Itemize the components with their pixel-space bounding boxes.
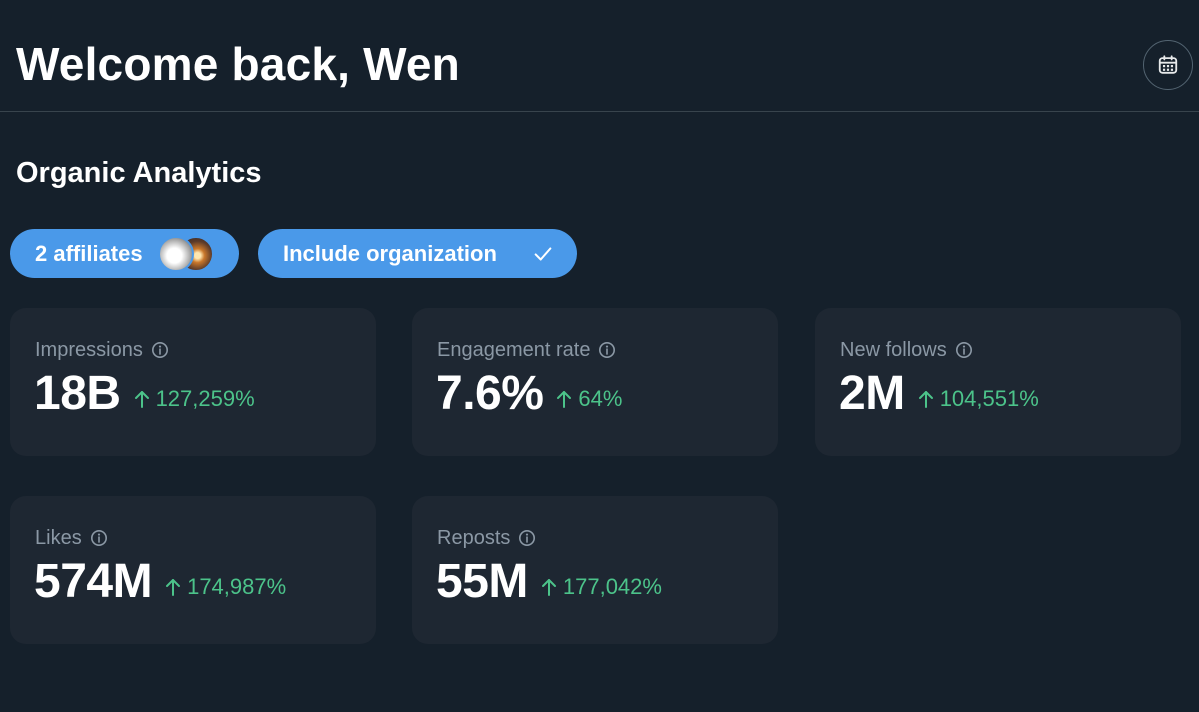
metric-delta-value: 104,551%: [939, 386, 1039, 411]
metric-label: Impressions: [35, 339, 143, 361]
page-title: Welcome back, Wen: [16, 38, 460, 90]
arrow-up-icon: [164, 577, 182, 597]
metric-delta: 64%: [555, 385, 622, 413]
arrow-up-icon: [555, 389, 573, 409]
arrow-up-icon: [917, 389, 935, 409]
metric-label: New follows: [840, 339, 947, 361]
metric-delta-value: 64%: [578, 386, 623, 411]
affiliate-avatars: [158, 236, 218, 272]
arrow-up-icon: [133, 389, 151, 409]
avatar: [158, 236, 194, 272]
check-icon: [532, 243, 554, 265]
affiliates-filter-button[interactable]: 2 affiliates: [10, 229, 239, 278]
metric-label: Likes: [35, 527, 82, 549]
metric-value: 574M: [34, 555, 153, 608]
section-title: Organic Analytics: [16, 157, 262, 189]
metric-value: 7.6%: [436, 367, 544, 420]
metric-delta: 127,259%: [133, 385, 255, 413]
info-icon[interactable]: [598, 341, 616, 359]
metric-delta-value: 127,259%: [155, 386, 255, 411]
metric-label: Engagement rate: [437, 339, 591, 361]
metric-delta: 177,042%: [540, 573, 662, 601]
metric-card-engagement-rate: Engagement rate 7.6% 64%: [412, 308, 778, 456]
metric-delta: 174,987%: [164, 573, 286, 601]
info-icon[interactable]: [955, 341, 973, 359]
calendar-icon: [1157, 54, 1179, 76]
metric-delta-value: 174,987%: [187, 574, 287, 599]
affiliates-label: 2 affiliates: [35, 240, 143, 266]
include-organization-label: Include organization: [283, 240, 497, 266]
metric-card-new-follows: New follows 2M 104,551%: [815, 308, 1181, 456]
info-icon[interactable]: [90, 529, 108, 547]
include-organization-toggle[interactable]: Include organization: [258, 229, 577, 278]
metric-delta-value: 177,042%: [562, 574, 662, 599]
metric-label: Reposts: [437, 527, 511, 549]
metric-value: 18B: [34, 367, 121, 420]
info-icon[interactable]: [518, 529, 536, 547]
metric-value: 55M: [436, 555, 528, 608]
metric-value: 2M: [839, 367, 905, 420]
metric-card-likes: Likes 574M 174,987%: [10, 496, 376, 644]
calendar-button[interactable]: [1143, 40, 1193, 90]
page-header: Welcome back, Wen: [0, 0, 1199, 112]
metric-card-impressions: Impressions 18B 127,259%: [10, 308, 376, 456]
arrow-up-icon: [540, 577, 558, 597]
metric-delta: 104,551%: [917, 385, 1039, 413]
info-icon[interactable]: [151, 341, 169, 359]
metric-card-reposts: Reposts 55M 177,042%: [412, 496, 778, 644]
